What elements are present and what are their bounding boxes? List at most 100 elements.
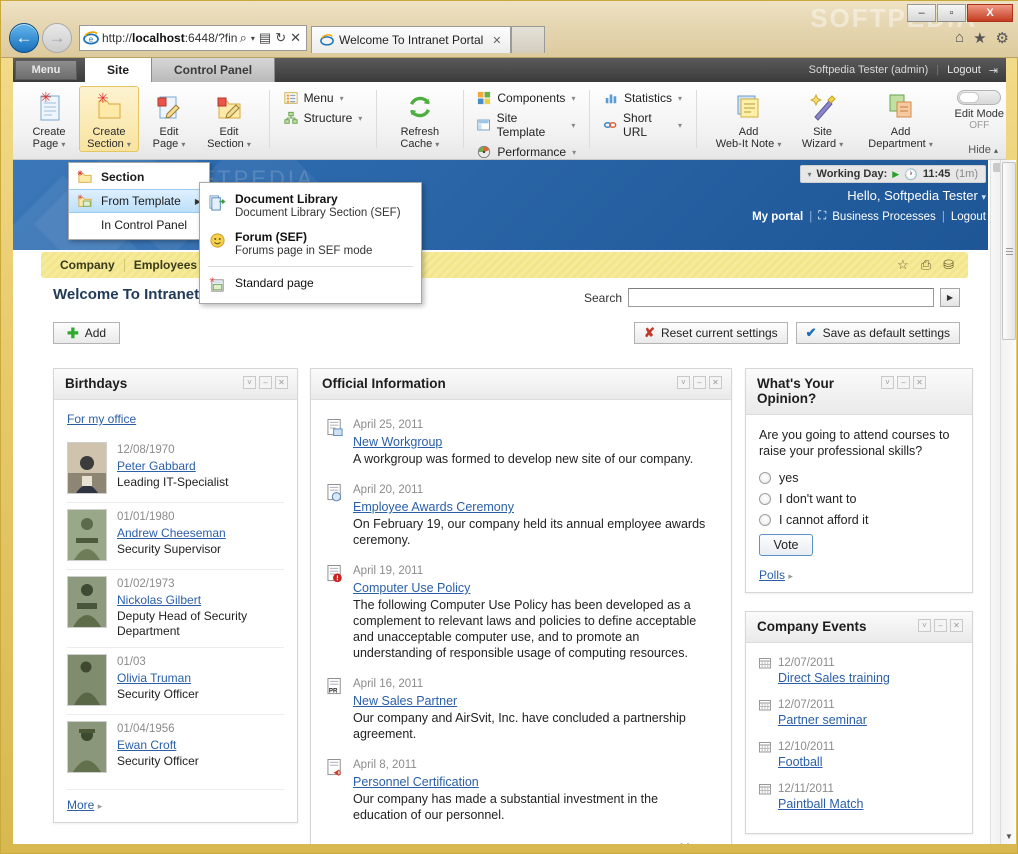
forward-button[interactable]: →	[42, 23, 72, 53]
new-tab-button[interactable]	[510, 26, 545, 53]
birthday-person-link[interactable]: Olivia Truman	[117, 671, 199, 686]
polls-link[interactable]: Polls	[759, 568, 785, 582]
close-button[interactable]: X	[967, 4, 1013, 22]
submenu-item-document-library[interactable]: Document Library Document Library Sectio…	[200, 187, 421, 225]
panel-close-icon[interactable]: ✕	[275, 376, 288, 389]
add-department-button[interactable]: Add Department ▾	[855, 86, 947, 152]
panel-minimize-icon[interactable]: –	[897, 376, 910, 389]
birthday-person-link[interactable]: Peter Gabbard	[117, 459, 228, 474]
reset-settings-button[interactable]: ✘ Reset current settings	[634, 322, 788, 344]
address-bar[interactable]: e http://localhost:6448/?fin ⌕ ▾ ▤ ↻ ✕	[79, 25, 307, 51]
add-button[interactable]: ✚ Add	[53, 322, 120, 344]
nav-item-employees[interactable]: Employees	[125, 258, 206, 272]
poll-option[interactable]: I cannot afford it	[759, 513, 959, 527]
for-my-office-link[interactable]: For my office	[67, 412, 136, 426]
chevron-down-icon[interactable]: ▾	[251, 34, 255, 43]
create-section-button[interactable]: ✳ Create Section ▾	[79, 86, 139, 152]
scrollbar-thumb[interactable]	[1002, 162, 1016, 340]
radio-button-icon[interactable]	[759, 493, 771, 505]
home-icon[interactable]: ⌂	[955, 29, 964, 47]
birthday-person-link[interactable]: Andrew Cheeseman	[117, 526, 226, 541]
panel-collapse-icon[interactable]: ˅	[881, 376, 894, 389]
search-input[interactable]	[628, 288, 934, 307]
poll-option[interactable]: yes	[759, 471, 959, 485]
browser-scrollbar[interactable]: ▼	[1000, 160, 1016, 844]
panel-close-icon[interactable]: ✕	[913, 376, 926, 389]
statistics-menu-item[interactable]: Statistics ▾	[600, 90, 686, 106]
menu-item-from-template[interactable]: ✳ From Template ▶	[69, 189, 209, 213]
working-day-widget[interactable]: ▾ Working Day: ▶ 🕐 11:45 (1m)	[799, 165, 986, 183]
news-title-link[interactable]: New Workgroup	[353, 434, 693, 450]
birthdays-more-link[interactable]: More	[67, 798, 94, 812]
vote-button[interactable]: Vote	[759, 534, 813, 556]
edit-mode-toggle[interactable]	[957, 90, 1002, 105]
news-title-link[interactable]: Computer Use Policy	[353, 580, 715, 596]
panel-collapse-icon[interactable]: ˅	[243, 376, 256, 389]
favorites-icon[interactable]: ★	[973, 29, 986, 47]
event-title-link[interactable]: Direct Sales training	[778, 671, 890, 685]
sitemap-icon[interactable]: ⛁	[943, 257, 954, 273]
radio-button-icon[interactable]	[759, 514, 771, 526]
print-icon[interactable]: ⎙	[921, 257, 931, 273]
tab-control-panel[interactable]: Control Panel	[152, 58, 276, 82]
browser-tab[interactable]: Welcome To Intranet Portal ✕	[311, 26, 511, 53]
news-title-link[interactable]: New Sales Partner	[353, 693, 715, 709]
submenu-item-standard-page[interactable]: ✳ Standard page	[200, 270, 421, 299]
favorite-star-icon[interactable]: ☆	[897, 257, 909, 273]
event-title-link[interactable]: Paintball Match	[778, 797, 863, 811]
my-portal-link[interactable]: My portal	[752, 211, 803, 223]
panel-collapse-icon[interactable]: ˅	[677, 376, 690, 389]
search-icon[interactable]: ⌕	[240, 30, 247, 46]
refresh-cache-button[interactable]: Refresh Cache ▾	[387, 86, 453, 152]
event-title-link[interactable]: Football	[778, 755, 822, 769]
tools-icon[interactable]: ⚙	[996, 29, 1009, 47]
radio-button-icon[interactable]	[759, 472, 771, 484]
tab-site[interactable]: Site	[85, 58, 153, 82]
refresh-icon[interactable]: ↻	[275, 30, 286, 46]
event-title-link[interactable]: Partner seminar	[778, 713, 867, 727]
news-title-link[interactable]: Personnel Certification	[353, 774, 715, 790]
site-wizard-button[interactable]: Site Wizard ▾	[791, 86, 855, 152]
birthday-person-link[interactable]: Nickolas Gilbert	[117, 593, 284, 608]
birthday-person-link[interactable]: Ewan Croft	[117, 738, 199, 753]
news-title-link[interactable]: Employee Awards Ceremony	[353, 499, 715, 515]
menu-menu-item[interactable]: Menu ▾	[280, 90, 348, 106]
back-button[interactable]: ←	[9, 23, 39, 53]
poll-option[interactable]: I don't want to	[759, 492, 959, 506]
admin-menu-button[interactable]: Menu	[15, 60, 77, 80]
collapse-panel-icon[interactable]: ⇥	[989, 64, 998, 77]
save-default-settings-button[interactable]: ✔ Save as default settings	[795, 322, 960, 344]
stop-icon[interactable]: ✕	[290, 30, 301, 46]
menu-item-section[interactable]: ✳ Section	[69, 165, 209, 189]
create-page-button[interactable]: ✳ Create Page ▾	[19, 86, 79, 152]
add-webit-note-button[interactable]: Add Web-It Note ▾	[707, 86, 791, 152]
search-submit-button[interactable]: ▶	[940, 288, 960, 307]
panel-close-icon[interactable]: ✕	[950, 619, 963, 632]
tab-close-icon[interactable]: ✕	[492, 34, 501, 47]
panel-minimize-icon[interactable]: –	[693, 376, 706, 389]
scroll-down-button[interactable]: ▼	[1001, 828, 1017, 844]
maximize-button[interactable]: ▫	[937, 4, 966, 22]
admin-logout-link[interactable]: Logout	[947, 64, 981, 76]
play-icon[interactable]: ▶	[892, 169, 899, 180]
official-information-more-link[interactable]: More	[680, 841, 707, 844]
hide-ribbon-button[interactable]: Hide ▴	[968, 144, 998, 156]
components-menu-item[interactable]: Components ▾	[473, 90, 579, 106]
panel-minimize-icon[interactable]: –	[259, 376, 272, 389]
minimize-button[interactable]: –	[907, 4, 936, 22]
edit-section-button[interactable]: Edit Section ▾	[199, 86, 259, 152]
submenu-item-forum[interactable]: Forum (SEF) Forums page in SEF mode	[200, 225, 421, 263]
compat-view-icon[interactable]: ▤	[259, 30, 271, 46]
nav-item-company[interactable]: Company	[51, 258, 124, 272]
site-template-menu-item[interactable]: Site Template ▾	[473, 110, 579, 140]
panel-close-icon[interactable]: ✕	[709, 376, 722, 389]
greeting-menu[interactable]: Hello, Softpedia Tester ▾	[847, 188, 986, 203]
short-url-menu-item[interactable]: Short URL ▾	[600, 110, 686, 140]
panel-collapse-icon[interactable]: ˅	[918, 619, 931, 632]
edit-page-button[interactable]: Edit Page ▾	[139, 86, 199, 152]
structure-menu-item[interactable]: Structure ▾	[280, 110, 367, 126]
panel-minimize-icon[interactable]: –	[934, 619, 947, 632]
menu-item-in-control-panel[interactable]: In Control Panel	[69, 213, 209, 237]
business-processes-link[interactable]: Business Processes	[832, 211, 936, 223]
performance-menu-item[interactable]: Performance ▾	[473, 144, 580, 160]
